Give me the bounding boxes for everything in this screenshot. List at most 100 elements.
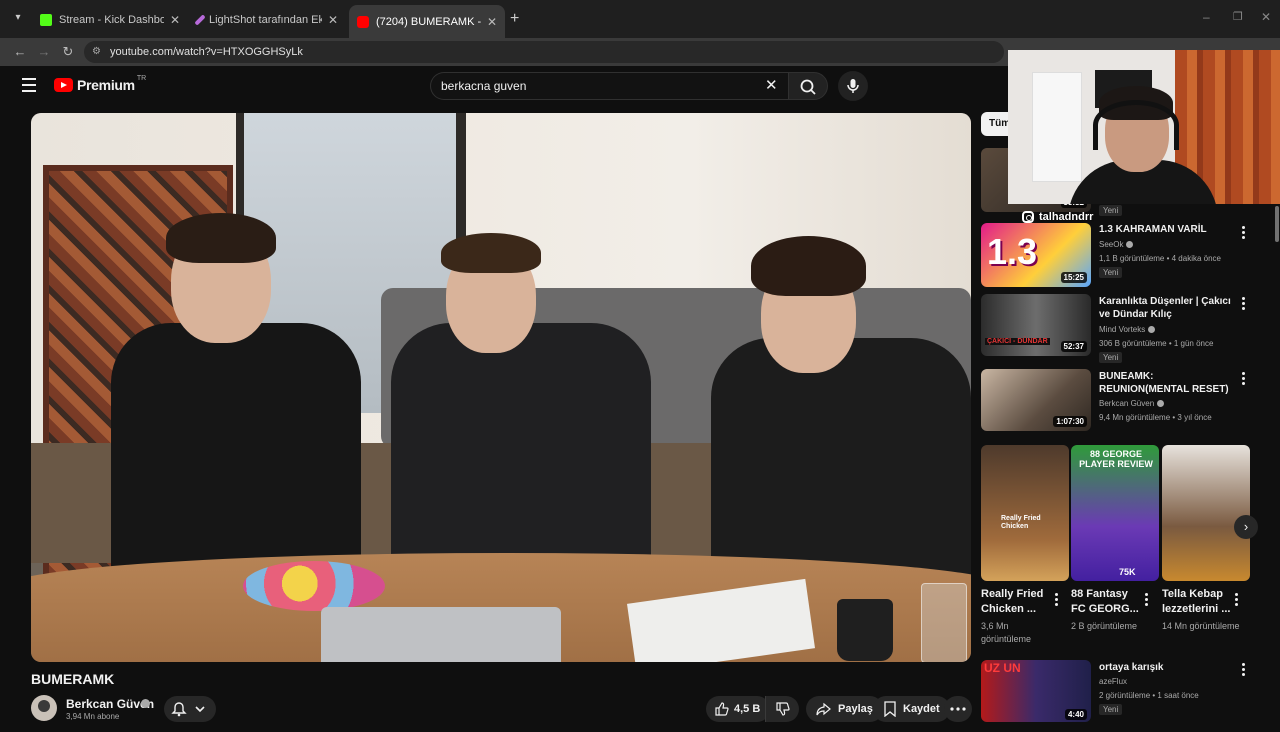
- verified-badge-icon: [1126, 241, 1134, 249]
- lightshot-favicon-icon: [194, 14, 206, 26]
- save-button[interactable]: Kaydet: [873, 696, 950, 722]
- short-views: 3,6 Mn görüntüleme: [981, 621, 1032, 644]
- microphone-icon: [847, 79, 859, 93]
- verified-badge-icon: [1157, 400, 1165, 408]
- scene-laptop: [321, 607, 561, 662]
- video-player[interactable]: [31, 113, 971, 662]
- browser-tab-strip: ▾ Stream - Kick Dashboard ✕ LightShot ta…: [0, 0, 1280, 38]
- tab-lightshot[interactable]: LightShot tarafından Ekran Görü ✕: [190, 7, 346, 33]
- voice-search-button[interactable]: [838, 71, 868, 101]
- scene-glass: [921, 583, 967, 662]
- clear-search-icon[interactable]: ✕: [765, 76, 778, 94]
- short-thumbnail[interactable]: [1162, 445, 1250, 581]
- reload-icon[interactable]: ↻: [58, 42, 78, 62]
- more-vertical-icon[interactable]: [1055, 593, 1059, 607]
- tab-title: LightShot tarafından Ekran Görü: [209, 14, 322, 26]
- more-horizontal-icon: [950, 707, 966, 711]
- short-title[interactable]: 88 Fantasy FC GEORG...: [1071, 587, 1145, 617]
- channel-name[interactable]: Mind Vorteks: [1099, 325, 1156, 334]
- video-duration: 15:25: [1060, 272, 1087, 283]
- channel-name[interactable]: Berkcan Güven: [1099, 399, 1165, 408]
- share-button[interactable]: Paylaş: [806, 696, 883, 722]
- thumbnail-text: 1.3: [987, 231, 1038, 272]
- short-title[interactable]: Tella Kebap lezzetlerini ...: [1162, 587, 1236, 617]
- tab-search-dropdown[interactable]: ▾: [10, 12, 26, 26]
- logo-text: Premium: [77, 77, 135, 93]
- youtube-premium-logo[interactable]: Premium TR: [54, 74, 147, 93]
- tab-title: (7204) BUMERAMK - YouTube: [376, 15, 481, 28]
- short-title[interactable]: Really Fried Chicken ...: [981, 587, 1055, 617]
- more-vertical-icon[interactable]: [1242, 372, 1246, 386]
- tab-close-icon[interactable]: ✕: [487, 15, 497, 29]
- verified-badge-icon: [141, 699, 150, 708]
- bookmark-icon: [884, 701, 896, 717]
- save-label: Kaydet: [903, 703, 940, 715]
- more-vertical-icon[interactable]: [1242, 226, 1246, 240]
- video-thumbnail[interactable]: 1.3 15:25: [981, 223, 1091, 287]
- scene-decor-plate: [243, 561, 385, 611]
- country-code: TR: [136, 74, 147, 82]
- channel-name[interactable]: SeeOk: [1099, 240, 1134, 249]
- tab-youtube[interactable]: (7204) BUMERAMK - YouTube ✕: [349, 5, 505, 38]
- search-button[interactable]: [788, 72, 828, 100]
- dislike-button[interactable]: [765, 696, 799, 722]
- more-vertical-icon[interactable]: [1235, 593, 1239, 607]
- video-title[interactable]: 1.3 KAHRAMAN VARİL: [1099, 223, 1231, 236]
- site-settings-icon[interactable]: ⚙: [92, 41, 101, 63]
- window-maximize-icon[interactable]: ❐: [1233, 10, 1243, 23]
- headset-icon: [1093, 100, 1179, 150]
- share-label: Paylaş: [838, 703, 873, 715]
- short-thumbnail[interactable]: Really Fried Chicken: [981, 445, 1069, 581]
- search-query: berkacna guven: [441, 79, 527, 93]
- video-thumbnail[interactable]: ÇAKICI - DÜNDAR 52:37: [981, 294, 1091, 356]
- video-title[interactable]: BUNEAMK: REUNION(MENTAL RESET): [1099, 370, 1231, 396]
- thumbnail-text: ÇAKICI - DÜNDAR: [985, 338, 1050, 345]
- channel-avatar[interactable]: [31, 695, 57, 721]
- video-title[interactable]: ortaya karışık: [1099, 661, 1231, 674]
- window-minimize-icon[interactable]: –: [1203, 10, 1210, 24]
- tab-kick-dashboard[interactable]: Stream - Kick Dashboard ✕: [32, 7, 188, 33]
- thumbnail-text: Really Fried Chicken: [1001, 515, 1041, 530]
- youtube-favicon-icon: [357, 15, 369, 28]
- window-close-icon[interactable]: ✕: [1261, 10, 1271, 24]
- more-vertical-icon[interactable]: [1145, 593, 1149, 607]
- like-button[interactable]: 4,5 B: [706, 696, 771, 722]
- search-icon: [800, 79, 816, 95]
- video-title[interactable]: Karanlıkta Düşenler | Çakıcı ve Dündar K…: [1099, 295, 1231, 321]
- more-vertical-icon[interactable]: [1242, 297, 1246, 311]
- notification-bell-button[interactable]: [164, 696, 216, 722]
- short-views: 2 B görüntüleme: [1071, 621, 1138, 631]
- shorts-next-button[interactable]: ›: [1234, 515, 1258, 539]
- video-meta: 9,4 Mn görüntüleme • 3 yıl önce: [1099, 413, 1212, 422]
- instagram-handle: talhadndrr: [1039, 211, 1094, 223]
- menu-icon[interactable]: [22, 78, 36, 92]
- kick-favicon-icon: [40, 14, 52, 26]
- tab-close-icon[interactable]: ✕: [328, 13, 338, 27]
- short-thumbnail[interactable]: 88 GEORGE PLAYER REVIEW 75K: [1071, 445, 1159, 581]
- new-tab-button[interactable]: +: [510, 10, 519, 28]
- url-text: youtube.com/watch?v=HTXOGGHSyLk: [110, 46, 303, 58]
- more-vertical-icon[interactable]: [1242, 663, 1246, 677]
- tab-title: Stream - Kick Dashboard: [59, 14, 164, 26]
- new-badge: Yeni: [1099, 704, 1123, 715]
- scrollbar[interactable]: [1275, 206, 1279, 242]
- back-arrow-icon[interactable]: ←: [10, 42, 30, 62]
- verified-badge-icon: [1148, 326, 1156, 334]
- more-actions-button[interactable]: [944, 696, 972, 722]
- address-bar[interactable]: ⚙ youtube.com/watch?v=HTXOGGHSyLk: [84, 41, 1004, 63]
- video-meta: 1,1 B görüntüleme • 4 dakika önce: [1099, 254, 1221, 263]
- video-thumbnail[interactable]: UZ UN 4:40: [981, 660, 1091, 722]
- short-views: 14 Mn görüntüleme: [1162, 621, 1240, 631]
- thumbs-down-icon: [776, 702, 790, 716]
- youtube-play-logo-icon: [54, 78, 73, 92]
- video-duration: 1:07:30: [1053, 416, 1087, 427]
- forward-arrow-icon[interactable]: →: [34, 42, 54, 62]
- video-meta: 2 görüntüleme • 1 saat önce: [1099, 691, 1199, 700]
- tab-close-icon[interactable]: ✕: [170, 13, 180, 27]
- search-input[interactable]: berkacna guven: [430, 72, 790, 100]
- video-thumbnail[interactable]: 1:07:30: [981, 369, 1091, 431]
- webcam-cabinet: [1032, 72, 1082, 182]
- channel-name[interactable]: azeFlux: [1099, 677, 1127, 686]
- new-badge: Yeni: [1099, 352, 1123, 363]
- share-arrow-icon: [816, 702, 831, 716]
